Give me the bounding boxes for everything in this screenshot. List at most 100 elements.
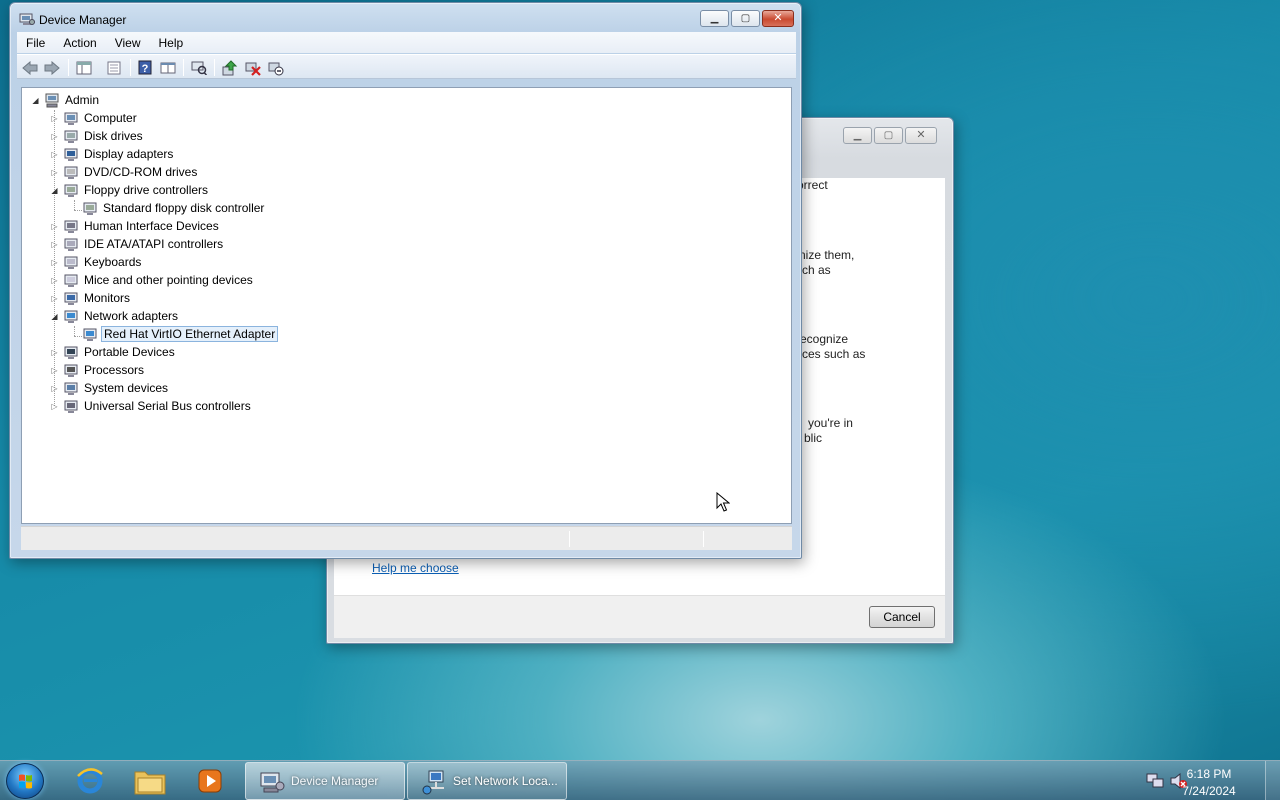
expand-arrow-icon[interactable]: ▷: [50, 366, 59, 375]
taskbar-set-network-location[interactable]: Set Network Loca...: [407, 762, 567, 800]
tree-category[interactable]: ▷ Display adapters: [22, 145, 722, 163]
menu-view[interactable]: View: [106, 36, 150, 50]
media-player-icon[interactable]: [182, 763, 238, 799]
view-icon[interactable]: [159, 59, 177, 76]
processor-icon: [64, 364, 78, 377]
system-tray: 6:18 PM 7/24/2024: [1140, 761, 1280, 800]
window-title: Device Manager: [39, 13, 127, 27]
expand-arrow-icon[interactable]: ▷: [50, 294, 59, 303]
network-text: blic: [804, 431, 823, 445]
expand-arrow-icon[interactable]: ▷: [50, 114, 59, 123]
show-hide-console-tree-icon[interactable]: [75, 59, 93, 76]
dvd-drive-icon: [64, 166, 78, 179]
tree-device-label: Standard floppy disk controller: [103, 201, 265, 215]
scan-hardware-icon[interactable]: [190, 59, 208, 76]
ide-controller-icon: [64, 238, 78, 251]
tree-root-label: Admin: [65, 93, 100, 107]
collapse-arrow-icon[interactable]: ◢: [31, 96, 40, 105]
expand-arrow-icon[interactable]: ▷: [50, 168, 59, 177]
tree-category[interactable]: ▷ Mice and other pointing devices: [22, 271, 722, 289]
tree-category[interactable]: ▷ Monitors: [22, 289, 722, 307]
maximize-button[interactable]: ▢: [731, 10, 760, 27]
tree-category[interactable]: ▷ Portable Devices: [22, 343, 722, 361]
device-manager-icon: [260, 772, 285, 793]
close-button[interactable]: ✕: [762, 10, 794, 27]
network-icon[interactable]: [1146, 773, 1164, 789]
tree-category[interactable]: ▷ Keyboards: [22, 253, 722, 271]
tree-category-label: Floppy drive controllers: [84, 183, 209, 197]
windows-logo-icon: [19, 774, 32, 789]
show-desktop-button[interactable]: [1265, 761, 1280, 800]
tree-category-label: Computer: [84, 111, 137, 125]
menu-bar: File Action View Help: [17, 32, 796, 53]
tree-category[interactable]: ▷ System devices: [22, 379, 722, 397]
mouse-cursor-icon: [716, 492, 730, 512]
tree-category[interactable]: ▷ Processors: [22, 361, 722, 379]
close-button[interactable]: ✕: [905, 127, 937, 144]
tree-category-label: Monitors: [84, 291, 131, 305]
disable-device-icon[interactable]: [267, 59, 285, 76]
expand-arrow-icon[interactable]: ▷: [50, 222, 59, 231]
tree-category[interactable]: ▷ Human Interface Devices: [22, 217, 722, 235]
tree-category-label: Mice and other pointing devices: [84, 273, 253, 287]
clock-time[interactable]: 6:18 PM: [1179, 767, 1239, 781]
usb-icon: [64, 400, 78, 413]
cancel-button[interactable]: Cancel: [869, 606, 935, 628]
expand-arrow-icon[interactable]: ▷: [50, 258, 59, 267]
tree-device[interactable]: Red Hat VirtIO Ethernet Adapter: [22, 325, 722, 343]
minimize-button[interactable]: ▁: [700, 10, 729, 27]
dm-caption-buttons: ▁ ▢ ✕: [700, 10, 794, 27]
expand-arrow-icon[interactable]: ▷: [50, 384, 59, 393]
computer-icon: [45, 93, 59, 108]
tree-category[interactable]: ◢ Network adapters: [22, 307, 722, 325]
tree-category[interactable]: ▷ Computer: [22, 109, 722, 127]
device-manager-window: Device Manager ▁ ▢ ✕ File Action View He…: [9, 2, 802, 559]
tree-category[interactable]: ▷ DVD/CD-ROM drives: [22, 163, 722, 181]
tree-device[interactable]: Standard floppy disk controller: [22, 199, 722, 217]
minimize-button[interactable]: ▁: [843, 127, 872, 144]
network-window-caption-buttons: ▁ ▢ ✕: [843, 127, 937, 144]
network-location-icon: [422, 770, 444, 795]
help-icon[interactable]: ?: [136, 59, 154, 76]
network-text: ces such as: [802, 347, 866, 361]
forward-icon[interactable]: [43, 59, 61, 76]
system-device-icon: [64, 382, 78, 395]
menu-help[interactable]: Help: [150, 36, 193, 50]
file-explorer-icon[interactable]: [122, 763, 178, 799]
toolbar: ?: [17, 54, 796, 79]
maximize-button[interactable]: ▢: [874, 127, 903, 144]
help-me-choose-link[interactable]: Help me choose: [372, 561, 459, 575]
tree-category-label: Disk drives: [84, 129, 143, 143]
expand-arrow-icon[interactable]: ▷: [50, 132, 59, 141]
device-manager-icon: [19, 13, 35, 25]
task-label: Device Manager: [291, 774, 379, 788]
uninstall-icon[interactable]: [244, 59, 262, 76]
collapse-arrow-icon[interactable]: ◢: [50, 312, 59, 321]
clock-date[interactable]: 7/24/2024: [1179, 784, 1239, 798]
taskbar-device-manager[interactable]: Device Manager: [245, 762, 405, 800]
expand-arrow-icon[interactable]: ▷: [50, 348, 59, 357]
tree-category[interactable]: ▷ IDE ATA/ATAPI controllers: [22, 235, 722, 253]
expand-arrow-icon[interactable]: ▷: [50, 276, 59, 285]
tree-category-label: Processors: [84, 363, 145, 377]
disk-drive-icon: [64, 130, 78, 143]
selected-device-label: Red Hat VirtIO Ethernet Adapter: [101, 326, 279, 342]
menu-action[interactable]: Action: [54, 36, 105, 50]
tree-category[interactable]: ▷ Disk drives: [22, 127, 722, 145]
expand-arrow-icon[interactable]: ▷: [50, 402, 59, 411]
tree-category-label: Portable Devices: [84, 345, 175, 359]
collapse-arrow-icon[interactable]: ◢: [50, 186, 59, 195]
tree-category-label: IDE ATA/ATAPI controllers: [84, 237, 224, 251]
start-button[interactable]: [6, 763, 44, 799]
menu-file[interactable]: File: [17, 36, 54, 50]
update-driver-icon[interactable]: [221, 59, 239, 76]
back-icon[interactable]: [21, 59, 39, 76]
internet-explorer-icon[interactable]: [62, 763, 118, 799]
tree-category[interactable]: ◢ Floppy drive controllers: [22, 181, 722, 199]
mouse-icon: [64, 274, 78, 287]
expand-arrow-icon[interactable]: ▷: [50, 240, 59, 249]
expand-arrow-icon[interactable]: ▷: [50, 150, 59, 159]
network-text: ecognize: [800, 332, 849, 346]
tree-category[interactable]: ▷ Universal Serial Bus controllers: [22, 397, 722, 415]
properties-icon[interactable]: [105, 59, 123, 76]
